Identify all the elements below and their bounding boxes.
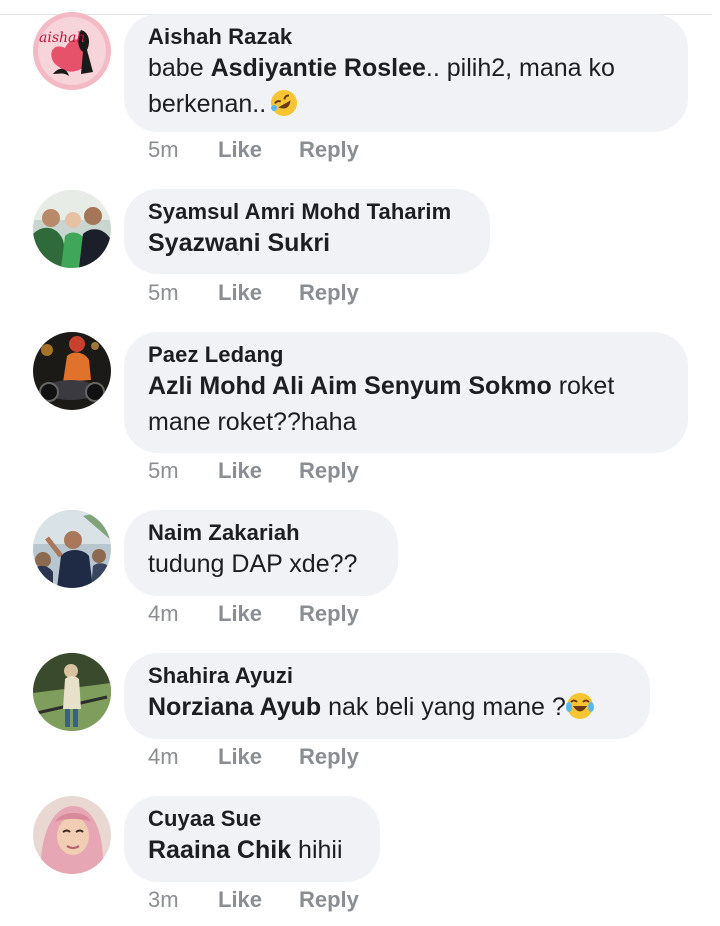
comment-text: Azli Mohd Ali Aim Senyum Sokmo roket mane…: [148, 368, 664, 440]
mention-link[interactable]: Syazwani Sukri: [148, 229, 330, 257]
like-button[interactable]: Like: [218, 601, 299, 627]
comment-author[interactable]: Naim Zakariah: [148, 520, 374, 546]
comment-text-part: .. pilih2, mana ko: [425, 54, 615, 82]
comment-timestamp[interactable]: 5m: [148, 458, 218, 484]
comment-timestamp[interactable]: 5m: [148, 137, 218, 163]
mention-link[interactable]: Azli Mohd Ali Aim Senyum Sokmo: [148, 372, 552, 400]
comment-text: Raaina Chik hihii: [148, 832, 356, 868]
like-button[interactable]: Like: [218, 887, 299, 913]
comment-author[interactable]: Syamsul Amri Mohd Taharim: [148, 199, 466, 225]
mention-link[interactable]: Raaina Chik: [148, 836, 291, 864]
avatar[interactable]: [33, 332, 111, 410]
like-button[interactable]: Like: [218, 744, 299, 770]
comment-text-part: roket: [551, 372, 615, 400]
comment-author[interactable]: Cuyaa Sue: [148, 806, 356, 832]
comment-text-part: hihii: [291, 836, 343, 864]
comment-timestamp[interactable]: 5m: [148, 280, 218, 306]
comment-bubble: Cuyaa Sue Raaina Chik hihii: [124, 796, 380, 882]
comment-actions: 3m Like Reply: [148, 887, 359, 913]
comment-bubble: Paez Ledang Azli Mohd Ali Aim Senyum Sok…: [124, 332, 688, 453]
comment-timestamp[interactable]: 4m: [148, 744, 218, 770]
avatar[interactable]: [33, 510, 111, 588]
reply-button[interactable]: Reply: [299, 601, 359, 627]
comment-actions: 5m Like Reply: [148, 137, 359, 163]
comment-bubble: Naim Zakariah tudung DAP xde??: [124, 510, 398, 596]
comment-text: Norziana Ayub nak beli yang mane ?: [148, 689, 626, 725]
comment-bubble: Syamsul Amri Mohd Taharim Syazwani Sukri: [124, 189, 490, 274]
comment-author[interactable]: Shahira Ayuzi: [148, 663, 626, 689]
comment-actions: 4m Like Reply: [148, 601, 359, 627]
comment-bubble: Shahira Ayuzi Norziana Ayub nak beli yan…: [124, 653, 650, 739]
comment-text: babe Asdiyantie Roslee.. pilih2, mana ko…: [148, 50, 664, 122]
mention-link[interactable]: Asdiyantie Roslee: [211, 54, 426, 82]
avatar[interactable]: aishah: [33, 12, 111, 90]
comment-timestamp[interactable]: 3m: [148, 887, 218, 913]
avatar[interactable]: [33, 653, 111, 731]
reply-button[interactable]: Reply: [299, 458, 359, 484]
comment-text-part: babe: [148, 54, 211, 82]
rolling-on-floor-laughing-emoji-icon: [271, 90, 298, 116]
like-button[interactable]: Like: [218, 458, 299, 484]
reply-button[interactable]: Reply: [299, 744, 359, 770]
reply-button[interactable]: Reply: [299, 280, 359, 306]
comment-actions: 5m Like Reply: [148, 458, 359, 484]
svg-text:aishah: aishah: [39, 30, 85, 46]
comment-author[interactable]: Aishah Razak: [148, 24, 664, 50]
reply-button[interactable]: Reply: [299, 887, 359, 913]
like-button[interactable]: Like: [218, 137, 299, 163]
tears-of-joy-emoji-icon: [565, 693, 594, 719]
comment-actions: 5m Like Reply: [148, 280, 359, 306]
comment-text-part: mane roket??haha: [148, 408, 357, 436]
comment-author[interactable]: Paez Ledang: [148, 342, 664, 368]
avatar[interactable]: [33, 190, 111, 268]
comment-text-part: nak beli yang mane ?: [321, 693, 566, 721]
comment-timestamp[interactable]: 4m: [148, 601, 218, 627]
comment-text: Syazwani Sukri: [148, 225, 466, 261]
comment-text-part: berkenan..: [148, 90, 267, 118]
reply-button[interactable]: Reply: [299, 137, 359, 163]
like-button[interactable]: Like: [218, 280, 299, 306]
comment-actions: 4m Like Reply: [148, 744, 359, 770]
avatar[interactable]: [33, 796, 111, 874]
comment-text: tudung DAP xde??: [148, 550, 358, 578]
mention-link[interactable]: Norziana Ayub: [148, 693, 321, 721]
comment-bubble: Aishah Razak babe Asdiyantie Roslee.. pi…: [124, 14, 688, 132]
